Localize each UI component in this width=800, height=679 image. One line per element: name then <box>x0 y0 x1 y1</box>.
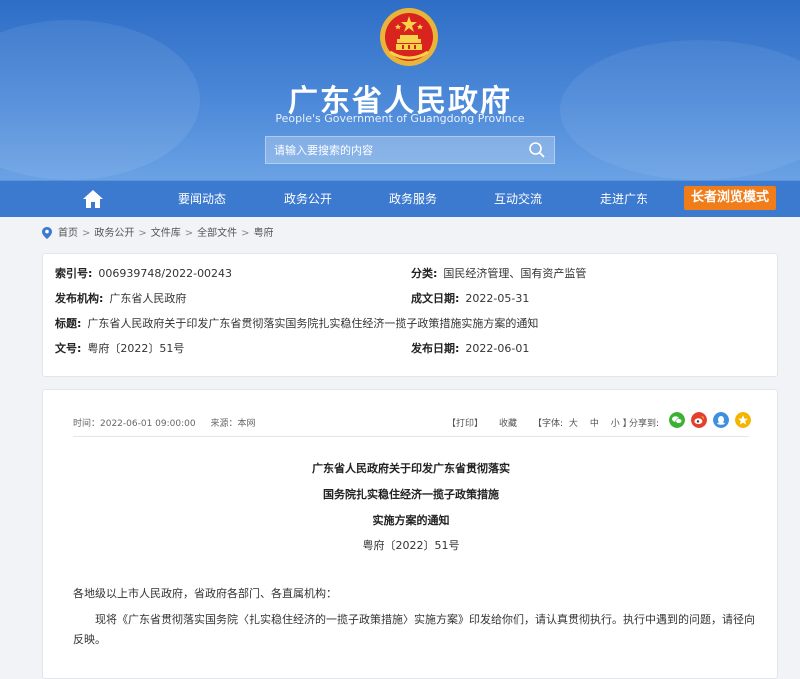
font-medium-button[interactable]: 中 <box>590 419 599 429</box>
search-icon[interactable] <box>528 141 546 159</box>
weibo-share-icon[interactable] <box>691 412 707 428</box>
home-icon[interactable] <box>82 189 104 209</box>
meta-issuer-value: 广东省人民政府 <box>109 292 187 305</box>
meta-index-label: 索引号: <box>55 267 93 280</box>
article-title-line: 实施方案的通知 <box>372 514 450 527</box>
nav-item-about-guangdong[interactable]: 走进广东 <box>600 181 648 217</box>
article-divider <box>73 436 749 437</box>
meta-issuer-label: 发布机构: <box>55 292 104 305</box>
nav-item-news[interactable]: 要闻动态 <box>178 181 226 217</box>
location-pin-icon <box>42 227 52 239</box>
search-box <box>265 136 555 164</box>
elder-mode-button[interactable]: 长者浏览模式 <box>684 186 776 210</box>
qq-share-icon[interactable] <box>713 412 729 428</box>
wechat-share-icon[interactable] <box>669 412 685 428</box>
meta-created: 成文日期: 2022-05-31 <box>411 291 529 307</box>
meta-title-label: 标题: <box>55 317 82 330</box>
meta-docno: 文号: 粤府〔2022〕51号 <box>55 341 184 357</box>
meta-title: 标题: 广东省人民政府关于印发广东省贯彻落实国务院扎实稳住经济一揽子政策措施实施方… <box>55 316 538 332</box>
article-title-line: 国务院扎实稳住经济一揽子政策措施 <box>323 488 499 501</box>
nav-item-gov-services[interactable]: 政务服务 <box>389 181 437 217</box>
meta-title-value: 广东省人民政府关于印发广东省贯彻落实国务院扎实稳住经济一揽子政策措施实施方案的通… <box>87 317 539 330</box>
article-info: 时间：2022-06-01 09:00:00 来源：本网 <box>73 416 255 429</box>
meta-published: 发布日期: 2022-06-01 <box>411 341 529 357</box>
meta-created-label: 成文日期: <box>411 292 460 305</box>
document-metadata-panel: 索引号: 006939748/2022-00243 分类: 国民经济管理、国有资产监… <box>42 253 778 377</box>
meta-category-value: 国民经济管理、国有资产监管 <box>443 267 587 280</box>
breadcrumb-file-library[interactable]: 文件库 <box>151 228 181 239</box>
font-small-button[interactable]: 小 <box>611 419 620 429</box>
article-title-line: 广东省人民政府关于印发广东省贯彻落实 <box>312 462 510 475</box>
article-time: 时间：2022-06-01 09:00:00 <box>73 419 196 429</box>
meta-docno-value: 粤府〔2022〕51号 <box>87 342 185 355</box>
print-button[interactable]: 【打印】 <box>447 416 483 429</box>
meta-index-value: 006939748/2022-00243 <box>98 267 233 280</box>
breadcrumb-all-files[interactable]: 全部文件 <box>197 228 237 239</box>
breadcrumb-separator: > <box>241 228 250 239</box>
favorite-button[interactable]: 收藏 <box>499 416 517 429</box>
breadcrumb-home[interactable]: 首页 <box>58 228 78 239</box>
meta-published-label: 发布日期: <box>411 342 460 355</box>
article-panel: 时间：2022-06-01 09:00:00 来源：本网 【打印】 收藏 【字体… <box>42 389 778 679</box>
breadcrumb-separator: > <box>138 228 147 239</box>
national-emblem-icon <box>380 8 438 66</box>
share-label: 分享到: <box>629 419 660 429</box>
article-source: 来源：本网 <box>210 419 256 429</box>
site-subtitle: People's Government of Guangdong Provinc… <box>275 112 525 125</box>
font-size-label: 【字体: <box>533 419 564 429</box>
search-input[interactable] <box>266 137 516 163</box>
meta-category-label: 分类: <box>411 267 438 280</box>
meta-category: 分类: 国民经济管理、国有资产监管 <box>411 266 586 282</box>
breadcrumb: 首页 > 政务公开 > 文件库 > 全部文件 > 粤府 <box>42 226 274 242</box>
font-large-button[interactable]: 大 <box>569 419 578 429</box>
meta-index: 索引号: 006939748/2022-00243 <box>55 266 232 282</box>
main-nav: 要闻动态 政务公开 政务服务 互动交流 走进广东 <box>0 180 800 217</box>
font-size-control: 【字体: 大 中 小 】 <box>533 416 632 429</box>
article-doc-number: 粤府〔2022〕51号 <box>362 539 460 552</box>
article-body-line: 反映。 <box>73 633 106 646</box>
article-body-line: 现将《广东省贯彻落实国务院〈扎实稳住经济的一揽子政策措施〉实施方案》印发给你们，… <box>95 613 755 626</box>
qzone-share-icon[interactable] <box>735 412 751 428</box>
breadcrumb-current[interactable]: 粤府 <box>254 228 274 239</box>
breadcrumb-gov-affairs[interactable]: 政务公开 <box>94 228 134 239</box>
meta-published-value: 2022-06-01 <box>465 342 530 355</box>
site-header: 广东省人民政府 People's Government of Guangdong… <box>0 0 800 180</box>
meta-docno-label: 文号: <box>55 342 82 355</box>
breadcrumb-separator: > <box>82 228 91 239</box>
meta-issuer: 发布机构: 广东省人民政府 <box>55 291 186 307</box>
nav-item-gov-affairs[interactable]: 政务公开 <box>284 181 332 217</box>
article-salutation: 各地级以上市人民政府，省政府各部门、各直属机构： <box>73 587 337 600</box>
nav-item-interaction[interactable]: 互动交流 <box>494 181 542 217</box>
meta-created-value: 2022-05-31 <box>465 292 530 305</box>
breadcrumb-separator: > <box>184 228 194 239</box>
